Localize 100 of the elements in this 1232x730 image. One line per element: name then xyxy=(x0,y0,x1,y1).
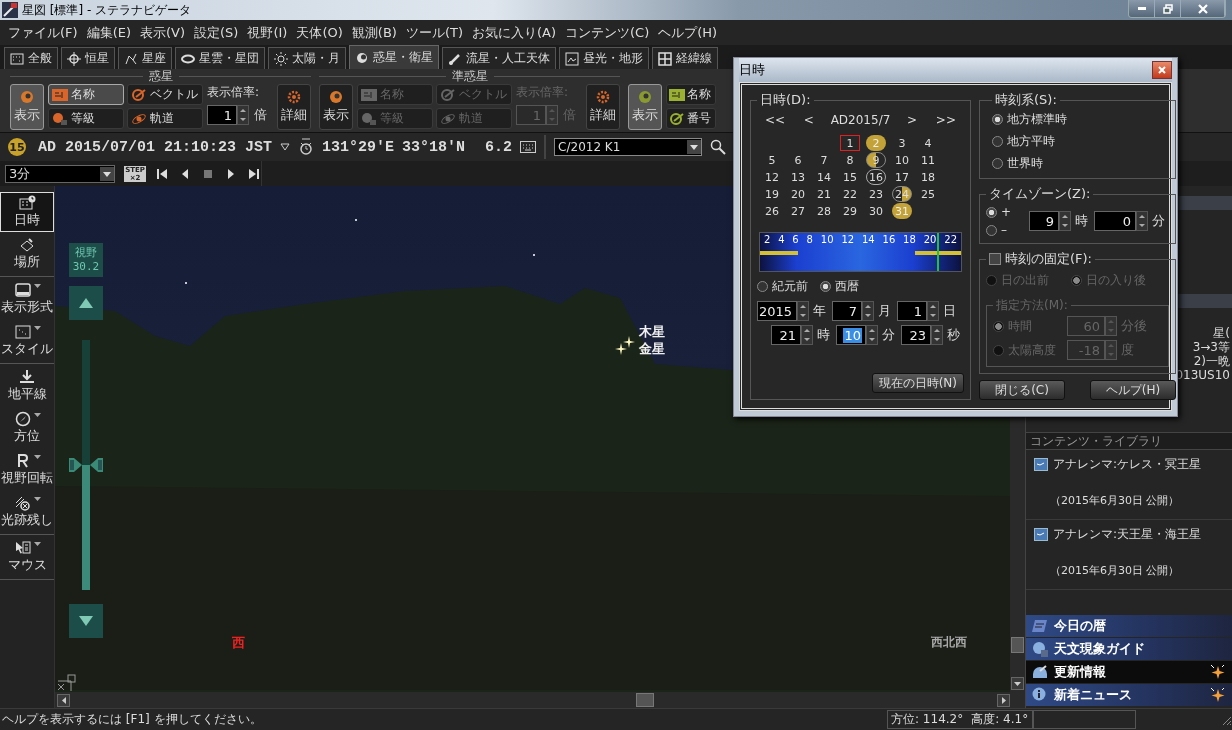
step-dropdown[interactable]: 3分 xyxy=(5,164,116,183)
calendar-day[interactable]: 4 xyxy=(918,135,938,151)
library-link[interactable]: アナレンマ:天王星・海王星 xyxy=(1053,526,1202,543)
spin-button[interactable] xyxy=(797,301,809,321)
radio-button[interactable] xyxy=(993,344,1004,356)
calendar-day[interactable]: 10 xyxy=(892,152,912,168)
zoom-out-button[interactable] xyxy=(69,604,103,638)
previous-year-button[interactable]: << xyxy=(763,113,788,127)
toggle-button[interactable]: ベクトル xyxy=(127,84,203,105)
calendar-day[interactable]: 27 xyxy=(788,203,808,219)
zoom-slider-handle[interactable] xyxy=(68,457,104,473)
calendar-day[interactable]: 14 xyxy=(814,169,834,185)
calendar-day[interactable]: 22 xyxy=(840,186,860,202)
panel-link[interactable]: 今日の暦 xyxy=(1026,615,1232,637)
spin-button[interactable] xyxy=(866,325,878,345)
tab[interactable]: 昼光・地形 xyxy=(559,47,649,69)
spin-button[interactable] xyxy=(931,325,943,345)
zoom-in-button[interactable] xyxy=(69,286,103,320)
menu-item[interactable]: ツール(T) xyxy=(401,23,467,42)
next-year-button[interactable]: >> xyxy=(933,113,958,127)
spin-button[interactable] xyxy=(237,105,249,125)
tab[interactable]: 星雲・星団 xyxy=(175,47,265,69)
minimize-button[interactable] xyxy=(1129,0,1155,17)
radio-button[interactable] xyxy=(1071,275,1082,286)
help-button[interactable]: ヘルプ(H) xyxy=(1090,380,1177,400)
calendar-day[interactable]: 5 xyxy=(762,152,782,168)
sidebar-tool[interactable]: 光跡残し xyxy=(0,492,54,532)
number-field[interactable]: 23 xyxy=(901,325,931,345)
toggle-button[interactable]: 名称 xyxy=(666,84,716,105)
detail-button[interactable]: 詳細 xyxy=(586,84,620,130)
menu-item[interactable]: ヘルプ(H) xyxy=(654,23,722,42)
calendar-day[interactable]: 12 xyxy=(762,169,782,185)
calendar-day[interactable]: 9 xyxy=(866,152,886,168)
menu-item[interactable]: コンテンツ(C) xyxy=(561,23,654,42)
keyboard-icon[interactable] xyxy=(520,141,537,153)
calendar-day[interactable]: 8 xyxy=(840,152,860,168)
radio-button[interactable] xyxy=(992,114,1003,125)
tab[interactable]: 流星・人工天体 xyxy=(442,47,556,69)
scrollbar-thumb[interactable] xyxy=(1011,637,1024,653)
calendar-day[interactable]: 11 xyxy=(918,152,938,168)
calendar-day[interactable]: 1 xyxy=(840,135,860,151)
radio-button[interactable] xyxy=(993,320,1004,332)
number-field[interactable]: 7 xyxy=(832,301,862,321)
sidebar-tool[interactable]: 日時 xyxy=(0,192,54,232)
show-button[interactable]: 表示 xyxy=(628,84,662,130)
menu-item[interactable]: 表示(V) xyxy=(136,23,190,42)
menu-item[interactable]: 天体(O) xyxy=(292,23,347,42)
number-field[interactable]: 21 xyxy=(771,325,801,345)
horizontal-scrollbar[interactable] xyxy=(55,692,1025,708)
calendar-day[interactable]: 28 xyxy=(814,203,834,219)
sidebar-tool[interactable]: スタイル xyxy=(0,321,54,361)
toggle-button[interactable]: 等級 xyxy=(48,108,124,129)
show-button[interactable]: 表示 xyxy=(10,84,44,130)
current-time-button[interactable]: 現在の日時(N) xyxy=(871,373,964,393)
menu-item[interactable]: ファイル(F) xyxy=(4,23,82,42)
calendar-day[interactable]: 19 xyxy=(762,186,782,202)
day-night-timeline[interactable]: 2 4 6 8 10 12 14 16 18 20 22 xyxy=(759,232,962,272)
calendar-day[interactable]: 3 xyxy=(892,135,912,151)
tab[interactable]: 太陽・月 xyxy=(268,47,346,69)
restore-button[interactable] xyxy=(1155,0,1181,17)
sidebar-tool[interactable]: 方位 xyxy=(0,408,54,448)
tab[interactable]: 恒星 xyxy=(61,47,115,69)
menu-item[interactable]: 視野(I) xyxy=(243,23,292,42)
detail-button[interactable]: 詳細 xyxy=(277,84,311,130)
scrollbar-thumb[interactable] xyxy=(635,693,654,707)
toggle-button[interactable]: 軌道 xyxy=(127,108,203,129)
spin-button[interactable] xyxy=(1136,211,1149,231)
tab[interactable]: 惑星・衛星 xyxy=(349,45,439,69)
calendar-day[interactable]: 7 xyxy=(814,152,834,168)
close-button[interactable] xyxy=(1181,0,1225,17)
skip-back-icon[interactable] xyxy=(155,166,169,181)
skip-forward-icon[interactable] xyxy=(247,166,261,181)
scroll-down-button[interactable] xyxy=(1011,677,1024,690)
menu-item[interactable]: お気に入り(A) xyxy=(467,23,560,42)
menu-item[interactable]: 設定(S) xyxy=(190,23,243,42)
tab[interactable]: 経緯線 xyxy=(652,47,718,69)
next-month-button[interactable]: > xyxy=(905,113,920,127)
number-field[interactable]: 0 xyxy=(1094,211,1137,231)
dropdown-caret-icon[interactable] xyxy=(280,142,291,152)
scroll-left-button[interactable] xyxy=(57,693,70,707)
menu-item[interactable]: 観測(B) xyxy=(347,23,401,42)
radio-button[interactable] xyxy=(992,136,1003,147)
previous-month-button[interactable]: < xyxy=(801,113,816,127)
calendar-day[interactable]: 15 xyxy=(840,169,860,185)
library-link[interactable]: アナレンマ:ケレス・冥王星 xyxy=(1053,456,1202,473)
radio-button[interactable] xyxy=(986,224,997,236)
radio-button[interactable] xyxy=(757,281,768,292)
spin-button[interactable] xyxy=(1059,211,1072,231)
calendar-day[interactable]: 29 xyxy=(840,203,860,219)
calendar-day[interactable]: 30 xyxy=(866,203,886,219)
tab[interactable]: 星座 xyxy=(118,47,172,69)
calendar-day[interactable]: 17 xyxy=(892,169,912,185)
spin-button[interactable] xyxy=(801,325,813,345)
tab[interactable]: 全般 xyxy=(4,47,58,69)
number-field[interactable]: 9 xyxy=(1029,211,1060,231)
menu-item[interactable]: 編集(E) xyxy=(82,23,135,42)
sidebar-tool[interactable]: 場所 xyxy=(0,234,54,274)
time-marker[interactable] xyxy=(936,233,939,271)
sidebar-tool[interactable]: 表示形式 xyxy=(0,279,54,319)
scroll-right-button[interactable] xyxy=(997,693,1010,707)
